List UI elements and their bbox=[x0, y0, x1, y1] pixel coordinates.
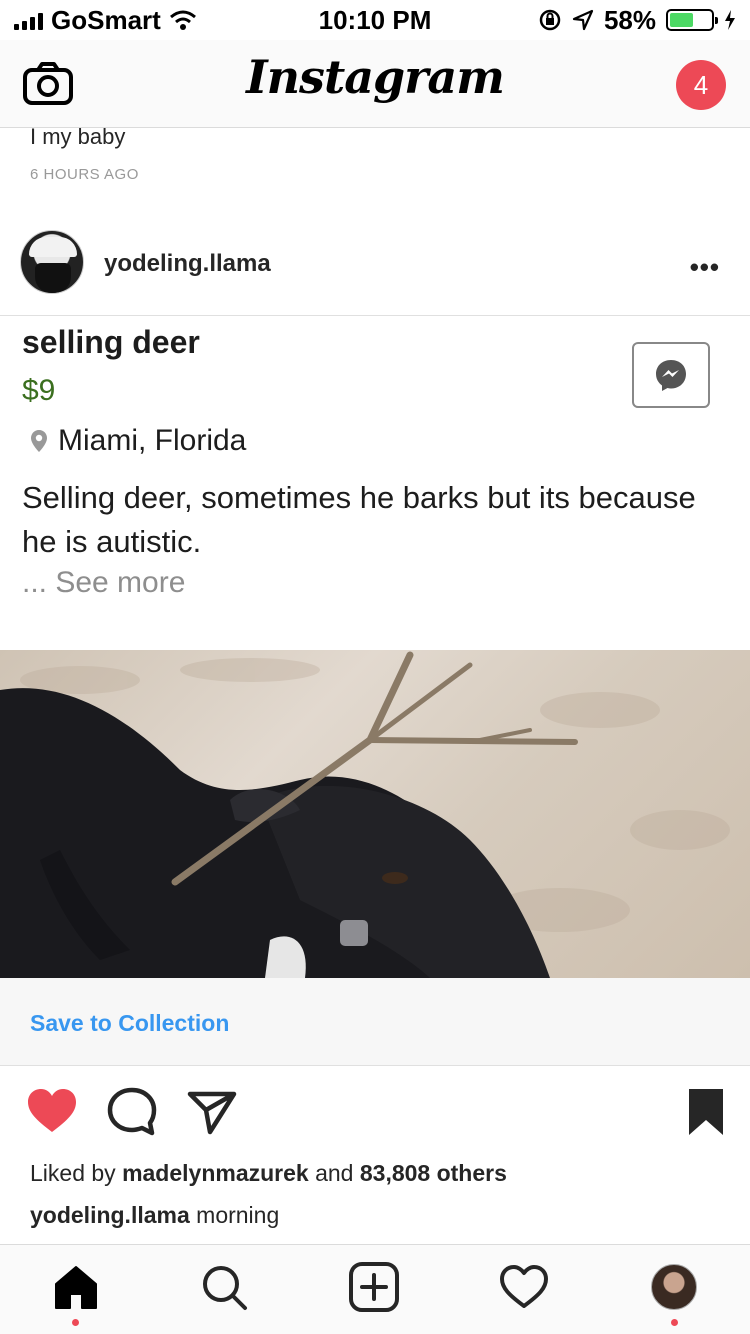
post-action-row bbox=[0, 1086, 750, 1146]
post-header: yodeling.llama ••• bbox=[0, 224, 750, 316]
save-to-collection-link[interactable]: Save to Collection bbox=[30, 1010, 229, 1037]
tab-new-post[interactable] bbox=[348, 1261, 400, 1313]
home-icon bbox=[55, 1266, 97, 1309]
tab-home[interactable] bbox=[50, 1261, 102, 1313]
location-icon bbox=[572, 9, 594, 31]
charging-icon bbox=[725, 10, 735, 30]
activity-heart-icon bbox=[500, 1265, 548, 1308]
post-photo[interactable] bbox=[0, 650, 750, 978]
share-icon[interactable] bbox=[186, 1086, 238, 1138]
post-username[interactable]: yodeling.llama bbox=[104, 250, 271, 278]
caption-username[interactable]: yodeling.llama bbox=[30, 1202, 190, 1228]
status-bar: GoSmart 10:10 PM 58% bbox=[0, 0, 750, 40]
carrier-name: GoSmart bbox=[51, 4, 161, 35]
instagram-logo[interactable]: Instagram bbox=[0, 50, 750, 104]
liked-by-prefix: Liked by bbox=[30, 1160, 116, 1186]
battery-percent: 58% bbox=[603, 4, 656, 35]
tab-search[interactable] bbox=[198, 1261, 250, 1313]
add-post-icon bbox=[349, 1262, 399, 1312]
listing-description: Selling deer, sometimes he barks but its… bbox=[22, 480, 696, 559]
save-to-collection-bar: Save to Collection bbox=[0, 978, 750, 1066]
messenger-icon bbox=[656, 360, 686, 391]
search-icon bbox=[203, 1266, 247, 1310]
comment-icon[interactable] bbox=[106, 1086, 158, 1138]
profile-avatar bbox=[651, 1264, 697, 1310]
bookmark-icon[interactable] bbox=[680, 1086, 732, 1138]
more-options-icon[interactable]: ••• bbox=[690, 252, 720, 283]
likes-summary: Liked by madelynmazurek and 83,808 other… bbox=[30, 1160, 507, 1187]
rotation-lock-icon bbox=[539, 9, 561, 31]
tab-activity[interactable] bbox=[498, 1261, 550, 1313]
home-notification-dot bbox=[72, 1319, 79, 1326]
liked-by-others[interactable]: 83,808 others bbox=[360, 1160, 507, 1186]
listing-title: selling deer bbox=[22, 324, 200, 360]
clock: 10:10 PM bbox=[318, 4, 432, 35]
wifi-icon bbox=[169, 10, 196, 30]
direct-message-badge[interactable]: 4 bbox=[676, 60, 726, 110]
listing-location-text: Miami, Florida bbox=[58, 424, 247, 457]
previous-post-timestamp: 6 HOURS AGO bbox=[30, 166, 139, 183]
listing-see-more: ... See more bbox=[22, 566, 186, 599]
profile-notification-dot bbox=[671, 1319, 678, 1326]
marketplace-listing-image: selling deer $9 Miami, Florida Selling d… bbox=[0, 316, 750, 650]
liked-by-user[interactable]: madelynmazurek bbox=[122, 1160, 309, 1186]
dog-with-stick-antlers-image bbox=[0, 651, 730, 978]
signal-icon bbox=[14, 10, 43, 30]
tab-profile[interactable] bbox=[648, 1261, 700, 1313]
previous-post-caption: I my baby bbox=[30, 124, 126, 149]
battery-icon bbox=[666, 9, 718, 31]
messenger-button bbox=[632, 342, 710, 408]
top-navigation-bar: Instagram 4 bbox=[0, 40, 750, 128]
bottom-tab-bar bbox=[0, 1244, 750, 1334]
location-pin-icon bbox=[31, 430, 47, 452]
caption-text: morning bbox=[196, 1202, 280, 1228]
like-heart-icon[interactable] bbox=[26, 1086, 78, 1138]
liked-by-and: and bbox=[315, 1160, 354, 1186]
post-caption: yodeling.llama morning bbox=[30, 1202, 279, 1229]
user-avatar[interactable] bbox=[20, 230, 84, 294]
listing-price: $9 bbox=[22, 374, 56, 407]
listing-location: Miami, Florida bbox=[30, 424, 246, 458]
